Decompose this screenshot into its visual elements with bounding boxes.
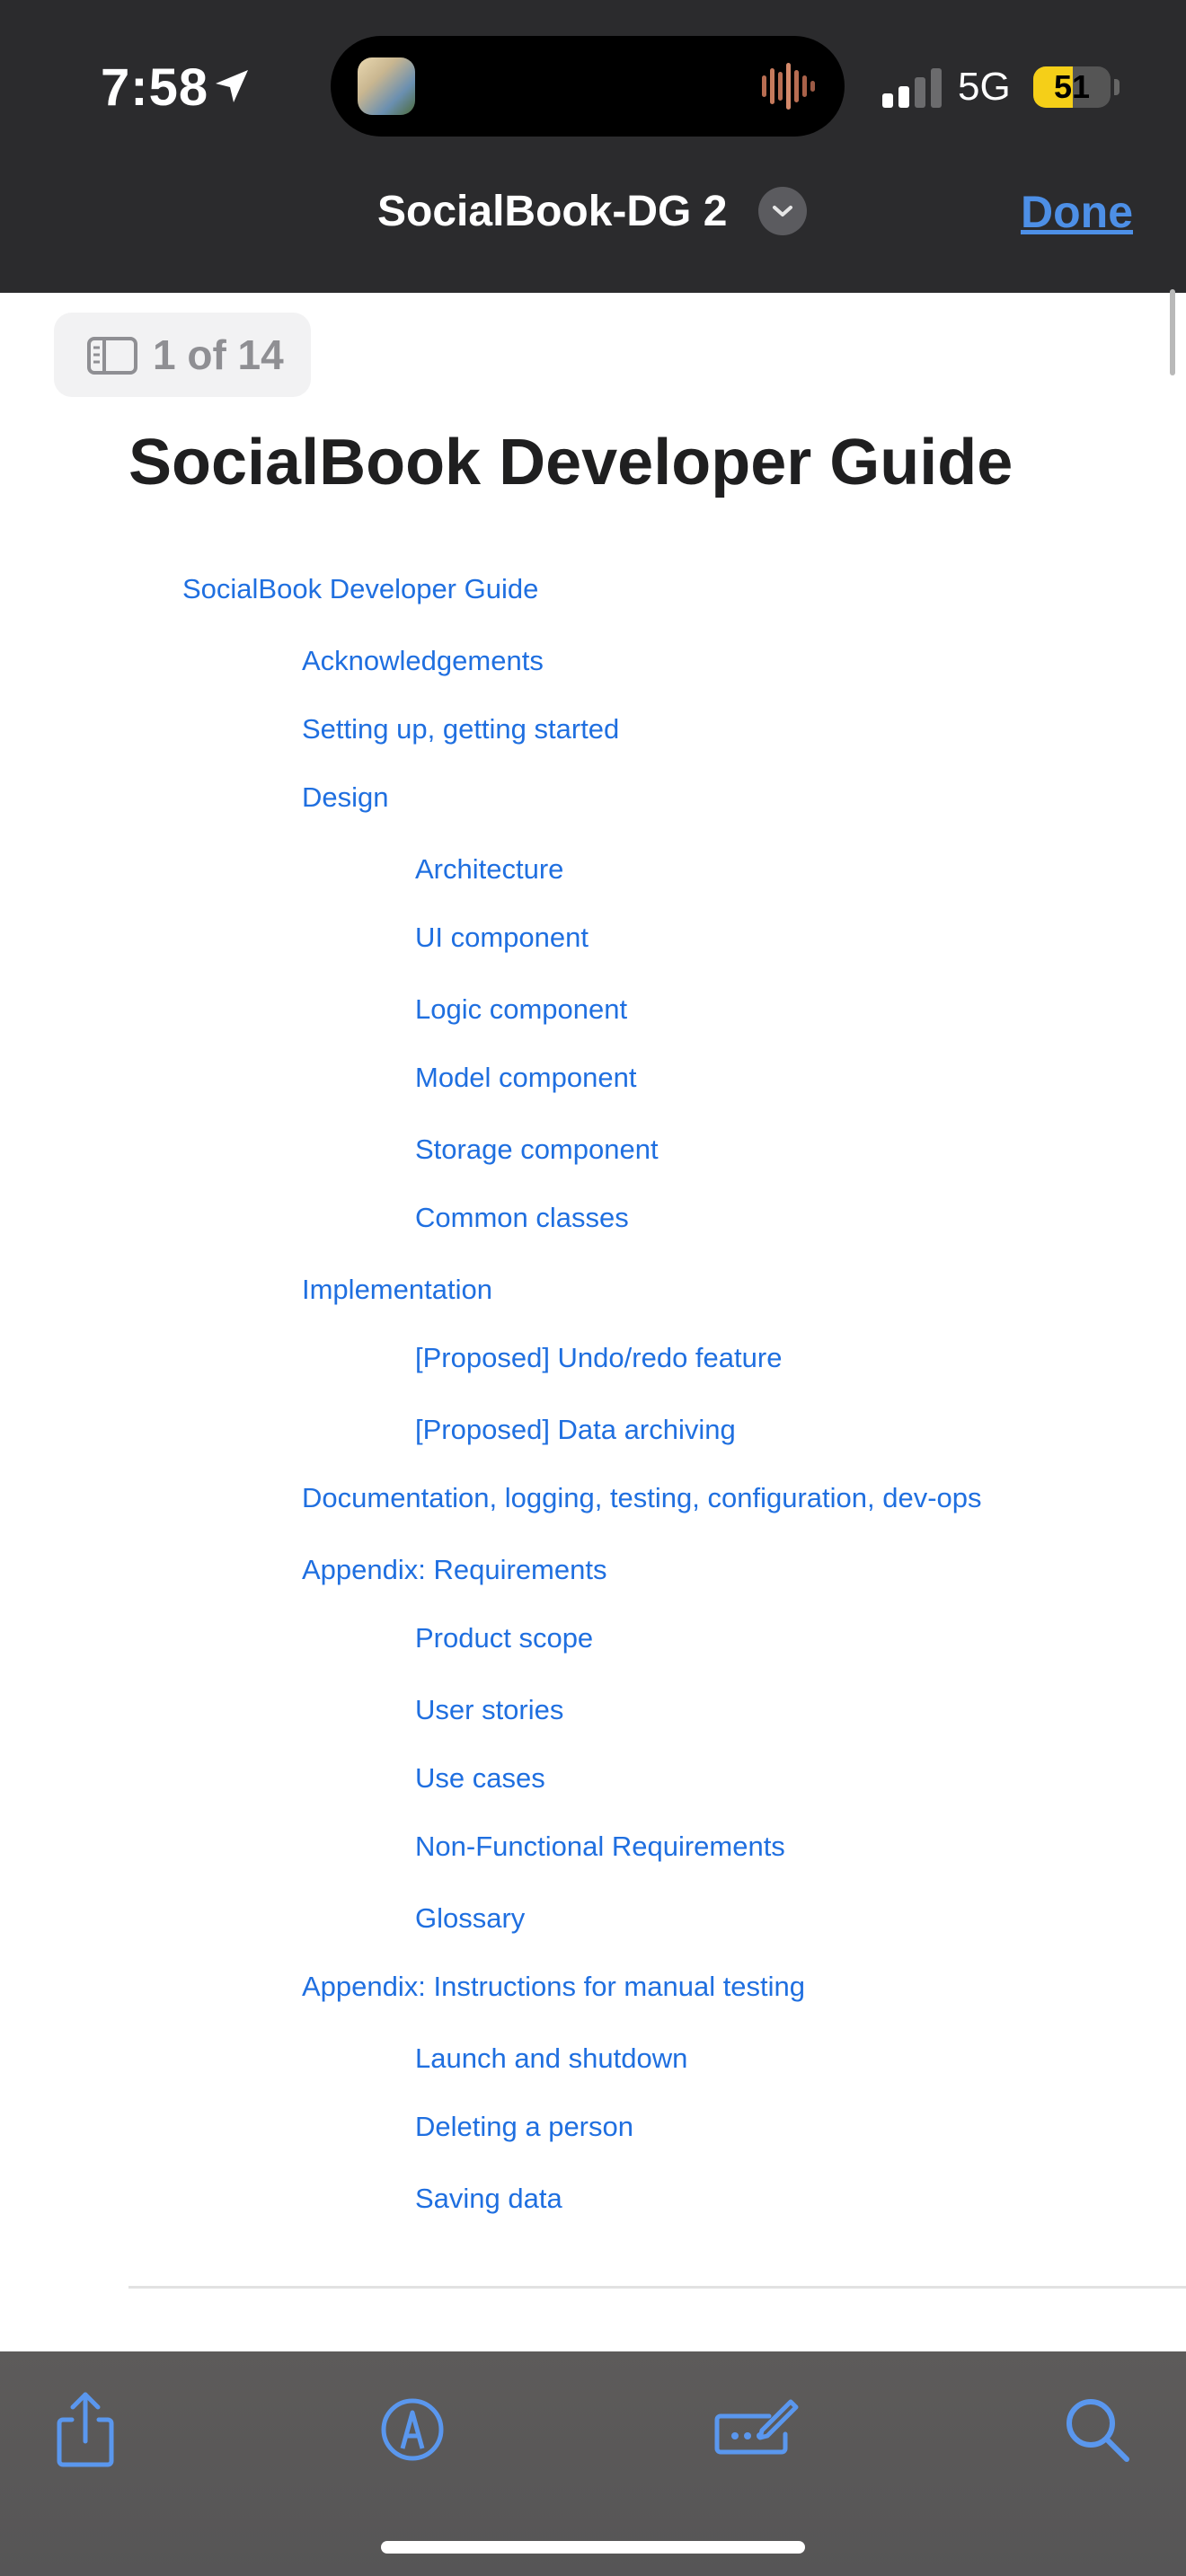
- top-bar: 7:58 5G 51 SocialBook-DG 2 Done: [0, 0, 1186, 293]
- toc-link[interactable]: Model component: [415, 1058, 636, 1098]
- markup-icon[interactable]: [372, 2389, 453, 2470]
- toc-link[interactable]: Documentation, logging, testing, configu…: [302, 1478, 982, 1518]
- status-time: 7:58: [101, 58, 209, 117]
- page-indicator-text: 1 of 14: [153, 331, 284, 378]
- toc-link[interactable]: Appendix: Requirements: [302, 1550, 606, 1590]
- toc-link[interactable]: Glossary: [415, 1899, 525, 1938]
- toc-link[interactable]: Design: [302, 778, 389, 817]
- toc-link[interactable]: Storage component: [415, 1130, 659, 1169]
- toc-link[interactable]: Product scope: [415, 1619, 593, 1658]
- toc-link[interactable]: SocialBook Developer Guide: [182, 569, 538, 609]
- home-indicator[interactable]: [381, 2541, 805, 2554]
- done-button[interactable]: Done: [1021, 183, 1133, 241]
- document-title[interactable]: SocialBook-DG 2: [377, 183, 727, 241]
- toc-link[interactable]: [Proposed] Data archiving: [415, 1410, 736, 1450]
- chevron-down-icon: [773, 206, 792, 216]
- toc-link[interactable]: Launch and shutdown: [415, 2039, 687, 2078]
- toc-link[interactable]: Architecture: [415, 850, 563, 889]
- toc-link[interactable]: Setting up, getting started: [302, 710, 619, 749]
- scroll-indicator[interactable]: [1170, 289, 1175, 375]
- toc-link[interactable]: User stories: [415, 1690, 563, 1730]
- battery-icon: 51: [1033, 66, 1111, 108]
- signal-bars-icon: [882, 68, 942, 108]
- avatar: [358, 57, 415, 115]
- title-menu-button[interactable]: [758, 187, 807, 235]
- toc-link[interactable]: Saving data: [415, 2179, 562, 2219]
- toc-link[interactable]: Deleting a person: [415, 2107, 633, 2147]
- toc-link[interactable]: [Proposed] Undo/redo feature: [415, 1338, 782, 1378]
- sidebar-icon: [87, 337, 137, 375]
- dynamic-island: [331, 36, 845, 137]
- network-type: 5G: [958, 65, 1011, 109]
- share-icon[interactable]: [45, 2389, 126, 2470]
- toc-link[interactable]: Implementation: [302, 1270, 492, 1310]
- audio-waveform-icon: [762, 63, 815, 110]
- toc-link[interactable]: Appendix: Instructions for manual testin…: [302, 1967, 805, 2007]
- toc-link[interactable]: Non-Functional Requirements: [415, 1827, 785, 1866]
- toc-link[interactable]: Common classes: [415, 1198, 629, 1238]
- toc-link[interactable]: Use cases: [415, 1759, 545, 1798]
- form-fill-icon[interactable]: [710, 2389, 800, 2470]
- toc-link[interactable]: UI component: [415, 918, 589, 957]
- location-arrow-icon: [216, 70, 248, 102]
- page-title: SocialBook Developer Guide: [128, 427, 1013, 498]
- toc-link[interactable]: Logic component: [415, 990, 627, 1029]
- battery-level: 51: [1053, 68, 1091, 105]
- battery-cap: [1114, 79, 1120, 95]
- page-indicator[interactable]: 1 of 14: [54, 313, 311, 397]
- search-icon[interactable]: [1057, 2389, 1137, 2470]
- horizontal-divider: [128, 2286, 1186, 2289]
- toc-link[interactable]: Acknowledgements: [302, 641, 544, 681]
